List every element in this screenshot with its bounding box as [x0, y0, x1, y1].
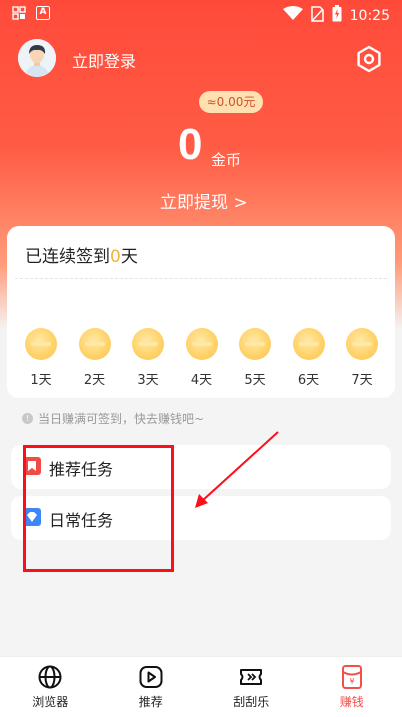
nav-label: 赚钱 [340, 693, 364, 710]
nav-label: 浏览器 [32, 693, 68, 710]
annotation-arrow [0, 0, 402, 716]
play-icon [138, 664, 164, 690]
bottom-nav: 浏览器 推荐 刮刮乐 ¥ 赚钱 [0, 656, 402, 717]
nav-recommend[interactable]: 推荐 [101, 657, 202, 717]
nav-earn[interactable]: ¥ 赚钱 [302, 657, 402, 717]
red-envelope-icon: ¥ [339, 664, 365, 690]
svg-text:¥: ¥ [349, 677, 354, 686]
nav-browser[interactable]: 浏览器 [0, 657, 101, 717]
ticket-icon [238, 664, 264, 690]
globe-icon [37, 664, 63, 690]
nav-scratch[interactable]: 刮刮乐 [201, 657, 302, 717]
nav-label: 推荐 [139, 693, 163, 710]
nav-label: 刮刮乐 [233, 693, 269, 710]
